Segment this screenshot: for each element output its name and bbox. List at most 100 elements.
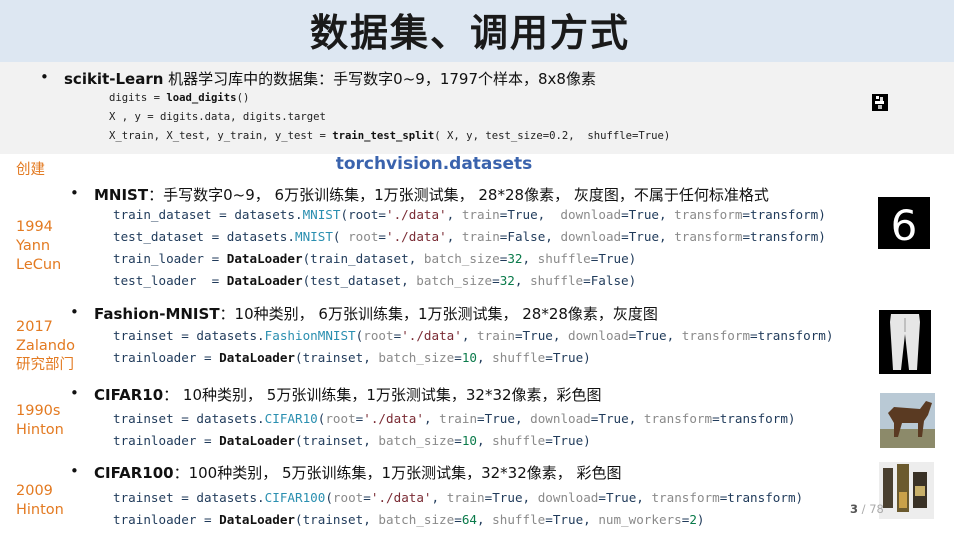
side-label-line: 创建 [16,162,45,178]
sklearn-section: • scikit-Learn 机器学习库中的数据集：手写数字0~9，1797个样… [0,62,954,154]
side-label-line: 1994 [16,219,53,235]
code-keyword-arg: shuffle [492,433,546,448]
code-token: train_dataset = datasets. [113,207,303,222]
code-number: 32 [499,273,515,288]
code-keyword-arg: train [461,229,500,244]
code-class: MNIST [302,207,341,222]
code-token: =True) [590,251,637,266]
fashion-mnist-image [879,310,931,374]
sklearn-code-line: digits = load_digits() [109,92,249,104]
cifar100-name: CIFAR100 [94,464,174,482]
code-keyword-arg: shuffle [492,350,546,365]
side-label-created: 创建 [16,161,45,180]
code-token: =transform) [742,229,826,244]
code-keyword-arg: root [348,229,379,244]
code-token: () [236,92,250,104]
code-token: =transform) [750,328,834,343]
code-token: (trainset, [294,433,379,448]
code-token: test_loader = [113,273,227,288]
torchvision-heading: torchvision.datasets [335,154,533,174]
code-token: =True, [477,411,531,426]
sklearn-code-line: X , y = digits.data, digits.target [109,111,326,123]
cifar100-code-line: trainset = datasets.CIFAR100(root='./dat… [113,490,803,505]
code-token: , [476,433,493,448]
cifar10-desc: ： 10种类别， 5万张训练集，1万张测试集，32*32像素，彩色图 [163,386,602,404]
cifar10-code-line: trainloader = DataLoader(trainset, batch… [113,433,591,448]
code-token: ( [332,229,349,244]
fashion-mnist-code-line: trainset = datasets.FashionMNIST(root='.… [113,328,833,343]
code-token: ) [696,512,705,527]
code-token: , [446,207,462,222]
code-token: trainloader = [113,512,220,527]
sklearn-name: scikit-Learn [64,70,164,88]
code-function: DataLoader [226,273,303,288]
code-token: , [431,490,447,505]
mnist-desc: ：手写数字0~9， 6万张训练集，1万张测试集， 28*28像素， 灰度图，不属… [148,186,769,204]
code-token: =True, [598,490,652,505]
code-token: trainset = datasets. [113,411,265,426]
code-token: test_dataset = datasets. [113,229,295,244]
code-token: = [378,229,387,244]
code-string: './data' [386,229,447,244]
code-keyword-arg: train [477,328,515,343]
code-string: './data' [385,207,447,222]
code-token: =transform) [712,411,796,426]
side-label-cifar10: 1990s Hinton [16,402,64,440]
code-keyword-arg: train [439,411,478,426]
code-token: ( [325,490,333,505]
sklearn-text: scikit-Learn 机器学习库中的数据集：手写数字0~9，1797个样本，… [64,68,596,89]
cifar100-image [879,462,934,519]
code-keyword-arg: download [530,411,591,426]
code-token: , [476,350,493,365]
code-function: DataLoader [219,512,295,527]
code-token: , [461,328,478,343]
page-current: 3 [850,502,859,516]
code-function: DataLoader [219,350,295,365]
code-token: (test_dataset, [302,273,417,288]
code-class: MNIST [294,229,333,244]
code-token: =True, [590,411,644,426]
code-keyword-arg: transform [651,490,720,505]
code-string: './data' [363,411,424,426]
code-token: = [454,433,462,448]
code-token: (root= [340,207,386,222]
mnist-code-line: train_loader = DataLoader(train_dataset,… [113,251,636,266]
mnist-name: MNIST [94,186,149,204]
code-number: 32 [507,251,523,266]
code-function: load_digits [166,92,237,104]
code-string: './data' [370,490,432,505]
fashion-mnist-code-line: trainloader = DataLoader(trainset, batch… [113,350,591,365]
code-token: = [454,512,462,527]
code-keyword-arg: batch_size [423,251,500,266]
code-keyword-arg: shuffle [530,273,584,288]
code-number: 10 [461,350,477,365]
sklearn-digit-thumbnail [872,94,888,111]
code-keyword-arg: train [461,207,500,222]
code-token: , [522,251,538,266]
bullet-dot: • [70,462,79,480]
code-token: trainloader = [113,350,220,365]
side-label-line: 2017 [16,319,53,335]
mnist-digit-glyph: 6 [891,201,918,249]
code-keyword-arg: root [332,490,364,505]
code-keyword-arg: download [568,328,629,343]
side-label-line: Yann [16,238,51,254]
code-token: trainset = datasets. [113,328,265,343]
cifar100-desc: ：100种类别， 5万张训练集，1万张测试集，32*32像素， 彩色图 [173,464,622,482]
code-token: =True) [545,350,591,365]
sklearn-desc: 机器学习库中的数据集：手写数字0~9，1797个样本，8x8像素 [163,70,596,88]
cifar100-code-line: trainloader = DataLoader(trainset, batch… [113,512,705,527]
code-keyword-arg: shuffle [537,251,591,266]
bullet-dot: • [40,68,49,86]
code-keyword-arg: download [560,229,622,244]
page-number: 3 / 78 [850,502,884,516]
code-token: ( X, y, test_size=0.2, shuffle=True) [434,130,671,142]
title-bar: 数据集、调用方式 [0,0,954,62]
mnist-code-line: test_dataset = datasets.MNIST( root='./d… [113,229,826,244]
code-class: CIFAR10 [264,411,318,426]
sklearn-code-line: X_train, X_test, y_train, y_test = train… [109,130,670,142]
code-token: =False, [499,229,561,244]
code-token: trainloader = [113,433,220,448]
code-function: train_test_split [332,130,435,142]
cifar10-horse-image [880,393,935,448]
